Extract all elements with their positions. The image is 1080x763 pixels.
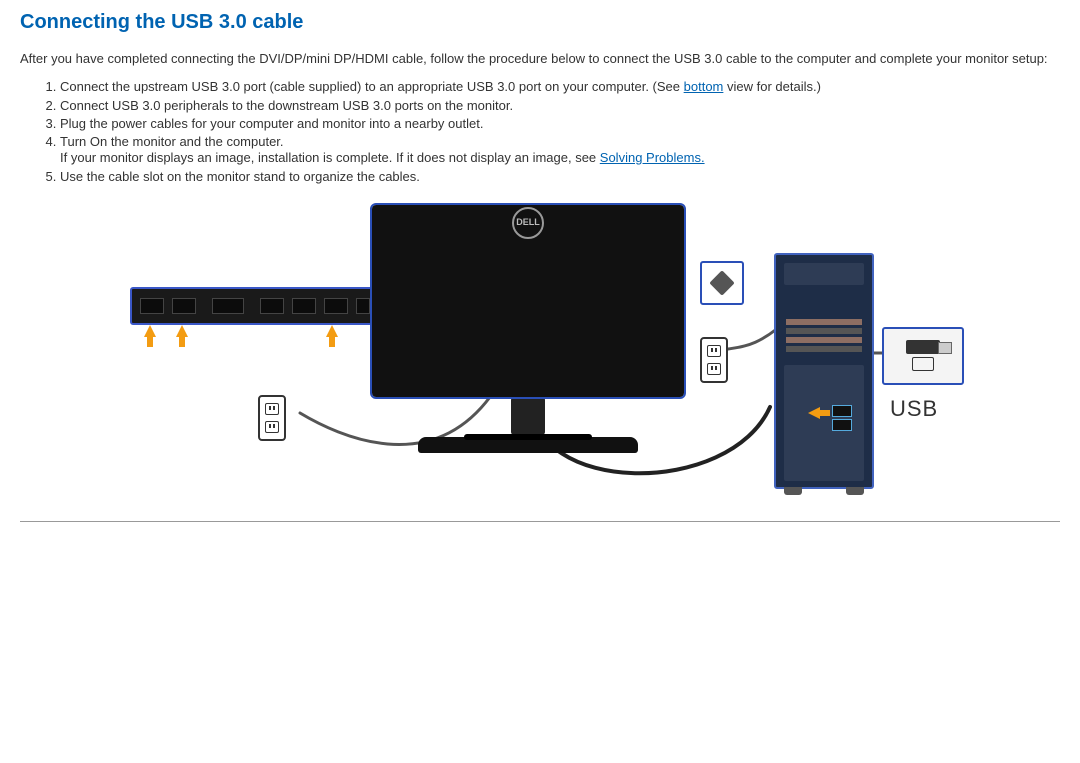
port-power-icon bbox=[140, 298, 164, 314]
section-heading: Connecting the USB 3.0 cable bbox=[20, 10, 1060, 35]
port-usb-up-icon bbox=[324, 298, 348, 314]
step-4-text-b: If your monitor displays an image, insta… bbox=[60, 150, 600, 165]
steps-list: Connect the upstream USB 3.0 port (cable… bbox=[20, 79, 1060, 185]
monitor-illustration: DELL bbox=[372, 205, 684, 453]
wall-outlet-icon bbox=[700, 337, 728, 383]
arrow-up-icon bbox=[144, 325, 156, 337]
usb-label: USB bbox=[890, 395, 938, 423]
solving-problems-link[interactable]: Solving Problems. bbox=[600, 150, 705, 165]
arrow-up-icon bbox=[176, 325, 188, 337]
step-4-text-a: Turn On the monitor and the computer. bbox=[60, 134, 284, 149]
step-1-text-b: view for details.) bbox=[723, 79, 821, 94]
port-audio-icon bbox=[356, 298, 370, 314]
tower-usb-port-icon bbox=[832, 405, 852, 417]
arrow-left-icon bbox=[808, 407, 820, 419]
section-divider bbox=[20, 521, 1060, 522]
intro-paragraph: After you have completed connecting the … bbox=[20, 51, 1060, 67]
step-1-text-a: Connect the upstream USB 3.0 port (cable… bbox=[60, 79, 684, 94]
step-1: Connect the upstream USB 3.0 port (cable… bbox=[60, 79, 1060, 95]
port-minidp-icon bbox=[292, 298, 316, 314]
monitor-port-strip bbox=[130, 287, 380, 325]
wall-outlet-icon bbox=[258, 395, 286, 441]
connection-diagram: DELL USB bbox=[130, 197, 950, 507]
usb-symbol-icon bbox=[912, 357, 934, 371]
bottom-link[interactable]: bottom bbox=[684, 79, 724, 94]
arrow-up-icon bbox=[326, 325, 338, 337]
usb-plug-icon bbox=[906, 340, 940, 354]
port-hdmi-icon bbox=[172, 298, 196, 314]
step-3: Plug the power cables for your computer … bbox=[60, 116, 1060, 132]
cable-cap-icon bbox=[700, 261, 744, 305]
tower-usb-port-icon bbox=[832, 419, 852, 431]
port-dvi-icon bbox=[212, 298, 244, 314]
step-2: Connect USB 3.0 peripherals to the downs… bbox=[60, 98, 1060, 114]
step-5: Use the cable slot on the monitor stand … bbox=[60, 169, 1060, 185]
dell-logo-icon: DELL bbox=[512, 207, 544, 239]
usb-cable-callout bbox=[882, 327, 964, 385]
computer-tower-illustration bbox=[774, 253, 874, 489]
step-4: Turn On the monitor and the computer. If… bbox=[60, 134, 1060, 167]
port-dp-icon bbox=[260, 298, 284, 314]
